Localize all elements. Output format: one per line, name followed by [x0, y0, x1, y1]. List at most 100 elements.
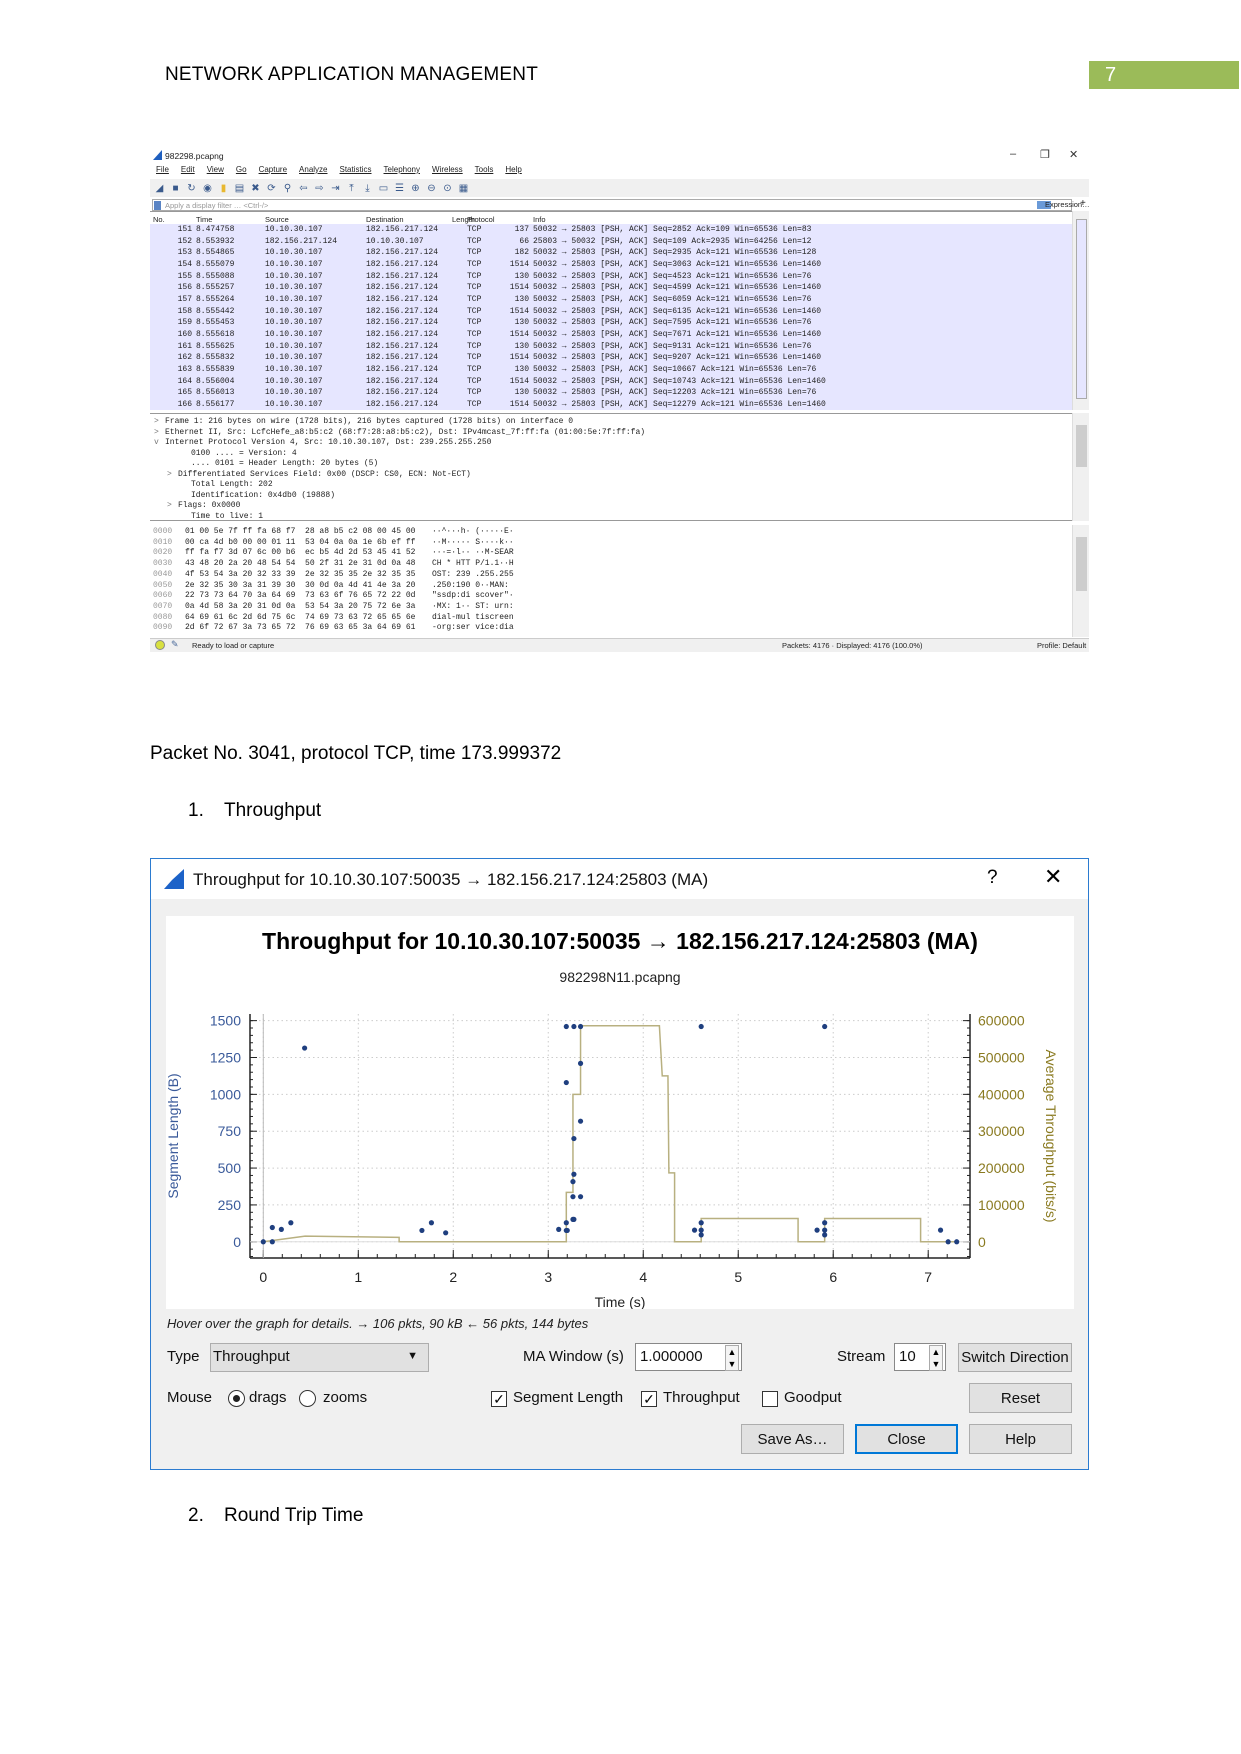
segment-point: [691, 1227, 698, 1233]
zoom-normal-icon[interactable]: ⊙: [442, 183, 453, 194]
packet-row[interactable]: 161 8.555625 10.10.30.107 182.156.217.124 TC…: [150, 341, 1072, 353]
spin-arrows-icon[interactable]: ▲ ▼: [725, 1345, 739, 1371]
menu-item-tools[interactable]: Tools: [475, 165, 494, 174]
menu-item-statistics[interactable]: Statistics: [340, 165, 372, 174]
collapsed-arrow-icon[interactable]: >: [167, 470, 172, 479]
zoom-in-icon[interactable]: ⊕: [410, 183, 421, 194]
segment-length-checkbox[interactable]: ✓: [491, 1391, 507, 1407]
restore-icon[interactable]: ❐: [1040, 148, 1050, 161]
packet-row[interactable]: 156 8.555257 10.10.30.107 182.156.217.124 TC…: [150, 282, 1072, 294]
packet-row[interactable]: 163 8.555839 10.10.30.107 182.156.217.124 TC…: [150, 364, 1072, 376]
menu-item-telephony[interactable]: Telephony: [384, 165, 420, 174]
window-titlebar: 982298.pcapng – ❐ ✕: [150, 145, 1089, 165]
throughput-checkbox[interactable]: ✓: [641, 1391, 657, 1407]
menu-item-edit[interactable]: Edit: [181, 165, 195, 174]
packet-row[interactable]: 164 8.556004 10.10.30.107 182.156.217.124 TC…: [150, 376, 1072, 388]
ma-window-spinbox[interactable]: 1.000000 ▲ ▼: [635, 1343, 742, 1371]
segment-point: [577, 1023, 584, 1030]
menu-item-help[interactable]: Help: [505, 165, 521, 174]
collapsed-arrow-icon[interactable]: >: [154, 417, 159, 426]
zoom-out-icon[interactable]: ⊖: [426, 183, 437, 194]
packet-row[interactable]: 152 8.553932 182.156.217.124 10.10.30.107 TC…: [150, 236, 1072, 248]
last-packet-icon[interactable]: ⤓: [362, 183, 373, 194]
stream-spinbox[interactable]: 10 ▲ ▼: [894, 1343, 946, 1371]
add-filter-button[interactable]: +: [1080, 198, 1086, 209]
display-filter-input[interactable]: Apply a display filter … <Ctrl-/>: [152, 199, 1072, 211]
drags-radio[interactable]: [228, 1390, 245, 1407]
packet-row[interactable]: 154 8.555079 10.10.30.107 182.156.217.124 TC…: [150, 259, 1072, 271]
bytes-scrollbar[interactable]: [1072, 525, 1089, 637]
column-header-length[interactable]: Length: [452, 215, 475, 224]
close-icon[interactable]: ✕: [1069, 148, 1078, 161]
type-dropdown[interactable]: Throughput ▼: [210, 1343, 429, 1372]
capture-comment-icon[interactable]: ✎: [171, 639, 179, 650]
packet-row[interactable]: 157 8.555264 10.10.30.107 182.156.217.124 TC…: [150, 294, 1072, 306]
packet-row[interactable]: 151 8.474758 10.10.30.107 182.156.217.124 TC…: [150, 224, 1072, 236]
expert-info-icon[interactable]: [155, 640, 165, 650]
menu-item-wireless[interactable]: Wireless: [432, 165, 463, 174]
reload-icon[interactable]: ⟳: [266, 183, 277, 194]
chart-title: Throughput for 10.10.30.107:50035 → 182.…: [262, 928, 978, 954]
column-header-destination[interactable]: Destination: [366, 215, 404, 224]
menu-item-view[interactable]: View: [207, 165, 224, 174]
help-icon[interactable]: ?: [987, 867, 998, 889]
go-forward-icon[interactable]: ⇨: [314, 183, 325, 194]
restart-capture-icon[interactable]: ↻: [186, 183, 197, 194]
spin-arrows-icon[interactable]: ▲ ▼: [929, 1345, 943, 1371]
find-packet-icon[interactable]: ⚲: [282, 183, 293, 194]
column-header-info[interactable]: Info: [533, 215, 546, 224]
zooms-radio[interactable]: [299, 1390, 316, 1407]
stop-capture-icon[interactable]: ■: [170, 183, 181, 194]
close-file-icon[interactable]: ✖: [250, 183, 261, 194]
resize-columns-icon[interactable]: ▦: [458, 183, 469, 194]
collapsed-arrow-icon[interactable]: >: [154, 428, 159, 437]
open-file-icon[interactable]: ▮: [218, 183, 229, 194]
column-header-source[interactable]: Source: [265, 215, 289, 224]
save-as-button[interactable]: Save As…: [741, 1424, 844, 1454]
close-icon[interactable]: ✕: [1044, 864, 1062, 890]
menu-item-go[interactable]: Go: [236, 165, 247, 174]
segment-length-label: Segment Length: [513, 1389, 624, 1406]
packet-row[interactable]: 160 8.555618 10.10.30.107 182.156.217.124 TC…: [150, 329, 1072, 341]
segment-point: [954, 1239, 960, 1245]
packet-row[interactable]: 159 8.555453 10.10.30.107 182.156.217.124 TC…: [150, 317, 1072, 329]
close-button[interactable]: Close: [855, 1424, 958, 1454]
hex-bytes: 01 00 5e 7f ff fa 68 f7 28 a8 b5 c2 08 0…: [185, 527, 416, 536]
go-to-packet-icon[interactable]: ⇥: [330, 183, 341, 194]
reset-button[interactable]: Reset: [969, 1383, 1072, 1413]
collapsed-arrow-icon[interactable]: >: [167, 501, 172, 510]
menu-item-capture[interactable]: Capture: [259, 165, 287, 174]
packet-destination: 182.156.217.124: [366, 376, 439, 386]
packet-info: 50032 → 25803 [PSH, ACK] Seq=7595 Ack=12…: [533, 318, 812, 328]
packet-row[interactable]: 158 8.555442 10.10.30.107 182.156.217.124 TC…: [150, 306, 1072, 318]
expanded-arrow-icon[interactable]: v: [154, 438, 159, 447]
bookmark-icon[interactable]: [154, 201, 161, 210]
minimize-icon[interactable]: –: [1010, 148, 1016, 160]
packet-row[interactable]: 162 8.555832 10.10.30.107 182.156.217.124 TC…: [150, 352, 1072, 364]
packet-row[interactable]: 166 8.556177 10.10.30.107 182.156.217.124 TC…: [150, 399, 1072, 410]
packet-info: 50032 → 25803 [PSH, ACK] Seq=10743 Ack=1…: [533, 376, 826, 386]
y-tick-label: 1000: [210, 1086, 241, 1102]
packet-row[interactable]: 165 8.556013 10.10.30.107 182.156.217.124 TC…: [150, 387, 1072, 399]
menu-item-file[interactable]: File: [156, 165, 169, 174]
plot-area[interactable]: 0 1 2 3 4 5 6 7 0 250 500 750 1000 1250 1500 0 100000 200…: [166, 916, 1074, 1309]
profile-label[interactable]: Profile: Default: [1037, 641, 1086, 650]
packet-list-scrollbar[interactable]: [1072, 211, 1089, 410]
switch-direction-button[interactable]: Switch Direction: [958, 1343, 1072, 1372]
segment-point: [443, 1230, 449, 1236]
column-header-no[interactable]: No.: [153, 215, 165, 224]
colorize-icon[interactable]: ☰: [394, 183, 405, 194]
go-back-icon[interactable]: ⇦: [298, 183, 309, 194]
capture-options-icon[interactable]: ◉: [202, 183, 213, 194]
goodput-checkbox[interactable]: [762, 1391, 778, 1407]
autoscroll-icon[interactable]: ▭: [378, 183, 389, 194]
start-capture-icon[interactable]: ◢: [154, 183, 165, 194]
first-packet-icon[interactable]: ⤒: [346, 183, 357, 194]
menu-item-analyze[interactable]: Analyze: [299, 165, 327, 174]
save-file-icon[interactable]: ▤: [234, 183, 245, 194]
details-scrollbar[interactable]: [1072, 413, 1089, 521]
packet-row[interactable]: 153 8.554865 10.10.30.107 182.156.217.124 TC…: [150, 247, 1072, 259]
help-button[interactable]: Help: [969, 1424, 1072, 1454]
packet-row[interactable]: 155 8.555088 10.10.30.107 182.156.217.124 TC…: [150, 271, 1072, 283]
column-header-time[interactable]: Time: [196, 215, 212, 224]
